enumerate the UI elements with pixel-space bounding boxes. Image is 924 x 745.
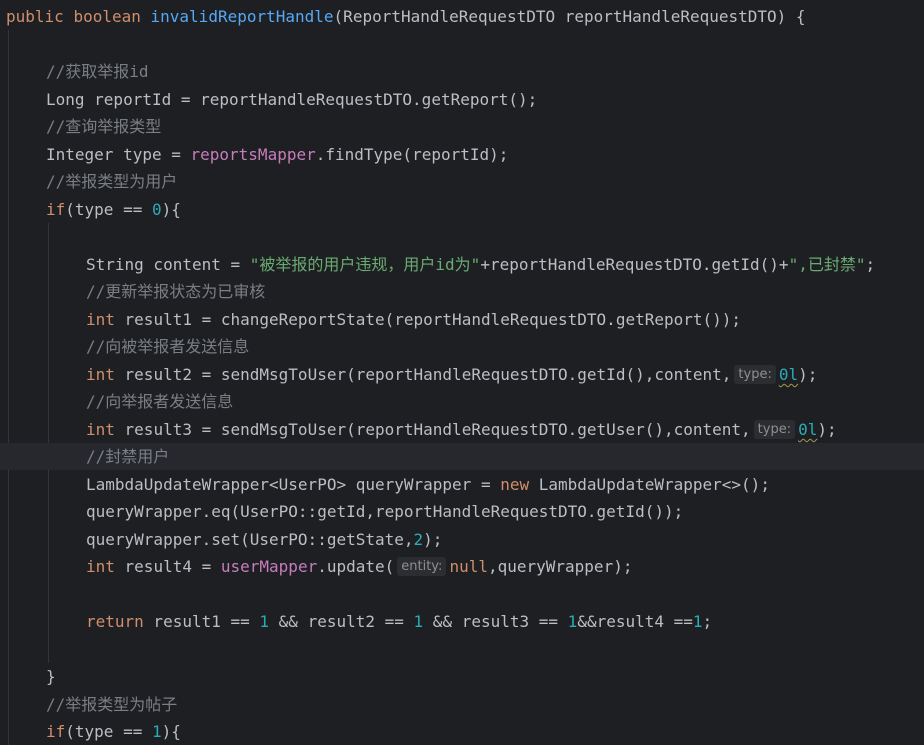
code-text: ){ bbox=[161, 722, 181, 741]
comment-text: //举报类型为帖子 bbox=[46, 695, 178, 714]
parameter-hint: type: bbox=[753, 420, 796, 439]
keyword-return: return bbox=[86, 612, 144, 631]
code-line[interactable]: queryWrapper.eq(UserPO::getId,reportHand… bbox=[0, 498, 924, 525]
keyword-null: null bbox=[449, 557, 488, 576]
code-line[interactable]: int result3 = sendMsgToUser(reportHandle… bbox=[0, 416, 924, 443]
code-text: (type == bbox=[65, 200, 152, 219]
code-text: +reportHandleRequestDTO.getId()+ bbox=[480, 255, 789, 274]
code-line-method-signature[interactable]: public boolean invalidReportHandle(Repor… bbox=[0, 3, 924, 30]
code-line[interactable]: String content = "被举报的用户违规，用户id为"+report… bbox=[0, 251, 924, 278]
keyword-int: int bbox=[86, 310, 115, 329]
field-user-mapper: userMapper bbox=[220, 557, 318, 576]
code-text: LambdaUpdateWrapper<UserPO> queryWrapper… bbox=[86, 475, 501, 494]
code-line-if[interactable]: if(type == 1){ bbox=[0, 718, 924, 745]
string-literal: ",已封禁" bbox=[788, 255, 866, 274]
method-name: invalidReportHandle bbox=[150, 7, 334, 26]
number-literal: 1 bbox=[151, 722, 162, 741]
code-line-return[interactable]: return result1 == 1 && result2 == 1 && r… bbox=[0, 608, 924, 635]
code-line[interactable]: int result1 = changeReportState(reportHa… bbox=[0, 306, 924, 333]
number-literal: 1 bbox=[259, 612, 270, 631]
code-text: result1 = changeReportState(reportHandle… bbox=[114, 310, 742, 329]
code-line-comment[interactable]: //查询举报类型 bbox=[0, 113, 924, 140]
code-text: .update( bbox=[317, 557, 395, 576]
comment-text: //封禁用户 bbox=[86, 447, 170, 466]
code-text: .findType(reportId); bbox=[315, 145, 509, 164]
keyword-int: int bbox=[86, 557, 115, 576]
code-line-comment[interactable]: //向举报者发送信息 bbox=[0, 388, 924, 415]
code-line-comment[interactable]: //举报类型为用户 bbox=[0, 168, 924, 195]
code-text: && result2 == bbox=[269, 612, 414, 631]
code-line[interactable]: LambdaUpdateWrapper<UserPO> queryWrapper… bbox=[0, 471, 924, 498]
comment-text: //向举报者发送信息 bbox=[86, 392, 234, 411]
keyword-boolean: boolean bbox=[73, 7, 141, 26]
code-text: (type == bbox=[65, 722, 152, 741]
code-line[interactable]: queryWrapper.set(UserPO::getState,2); bbox=[0, 526, 924, 553]
code-text: && result3 == bbox=[423, 612, 568, 631]
code-text: ); bbox=[817, 420, 837, 439]
code-text: String content = bbox=[86, 255, 250, 274]
keyword-if: if bbox=[46, 200, 66, 219]
code-line-comment[interactable]: //向被举报者发送信息 bbox=[0, 333, 924, 360]
code-line[interactable]: Long reportId = reportHandleRequestDTO.g… bbox=[0, 86, 924, 113]
code-line-current[interactable]: //封禁用户 bbox=[0, 443, 924, 470]
comment-text: //举报类型为用户 bbox=[46, 172, 178, 191]
code-text: Long reportId = reportHandleRequestDTO.g… bbox=[46, 90, 538, 109]
code-text: ); bbox=[423, 530, 443, 549]
code-text: result4 = bbox=[114, 557, 221, 576]
code-line-closing-brace[interactable]: } bbox=[0, 663, 924, 690]
code-text: queryWrapper.set(UserPO::getState, bbox=[86, 530, 414, 549]
number-literal: 1 bbox=[567, 612, 578, 631]
field-reports-mapper: reportsMapper bbox=[190, 145, 316, 164]
comment-text: //向被举报者发送信息 bbox=[86, 337, 250, 356]
code-text: result3 = sendMsgToUser(reportHandleRequ… bbox=[114, 420, 751, 439]
code-line[interactable]: int result4 = userMapper.update(entity: n… bbox=[0, 553, 924, 580]
parameter-hint: entity: bbox=[397, 557, 447, 576]
parameter-hint: type: bbox=[734, 365, 776, 384]
code-text: ; bbox=[702, 612, 713, 631]
code-text: ,queryWrapper); bbox=[487, 557, 633, 576]
code-text: LambdaUpdateWrapper<>(); bbox=[529, 475, 770, 494]
code-line-if[interactable]: if(type == 0){ bbox=[0, 196, 924, 223]
code-text: Integer type = bbox=[46, 145, 191, 164]
keyword-if: if bbox=[46, 722, 66, 741]
code-text: result2 = sendMsgToUser(reportHandleRequ… bbox=[114, 365, 732, 384]
comment-text: //更新举报状态为已审核 bbox=[86, 282, 266, 301]
code-text: queryWrapper.eq(UserPO::getId,reportHand… bbox=[86, 502, 684, 521]
keyword-int: int bbox=[86, 420, 115, 439]
number-literal: 2 bbox=[413, 530, 424, 549]
code-line-comment[interactable]: //更新举报状态为已审核 bbox=[0, 278, 924, 305]
number-literal: 0l bbox=[778, 365, 799, 384]
method-params: (ReportHandleRequestDTO reportHandleRequ… bbox=[333, 7, 806, 26]
string-literal: "被举报的用户违规，用户id为" bbox=[249, 255, 481, 274]
code-text: ; bbox=[865, 255, 876, 274]
number-literal: 0 bbox=[151, 200, 162, 219]
keyword-public: public bbox=[6, 7, 64, 26]
code-text: result1 == bbox=[143, 612, 260, 631]
code-text: ){ bbox=[161, 200, 181, 219]
comment-text: //查询举报类型 bbox=[46, 117, 162, 136]
code-editor[interactable]: public boolean invalidReportHandle(Repor… bbox=[0, 0, 924, 745]
keyword-new: new bbox=[500, 475, 530, 494]
closing-brace: } bbox=[46, 667, 56, 686]
code-line[interactable]: Integer type = reportsMapper.findType(re… bbox=[0, 141, 924, 168]
number-literal: 1 bbox=[413, 612, 424, 631]
code-text: &&result4 == bbox=[577, 612, 693, 631]
comment-text: //获取举报id bbox=[46, 62, 149, 81]
number-literal: 0l bbox=[798, 420, 818, 439]
code-line[interactable]: int result2 = sendMsgToUser(reportHandle… bbox=[0, 361, 924, 388]
code-text: ); bbox=[798, 365, 818, 384]
code-line-comment[interactable]: //举报类型为帖子 bbox=[0, 691, 924, 718]
code-line-comment[interactable]: //获取举报id bbox=[0, 58, 924, 85]
number-literal: 1 bbox=[692, 612, 703, 631]
keyword-int: int bbox=[86, 365, 115, 384]
